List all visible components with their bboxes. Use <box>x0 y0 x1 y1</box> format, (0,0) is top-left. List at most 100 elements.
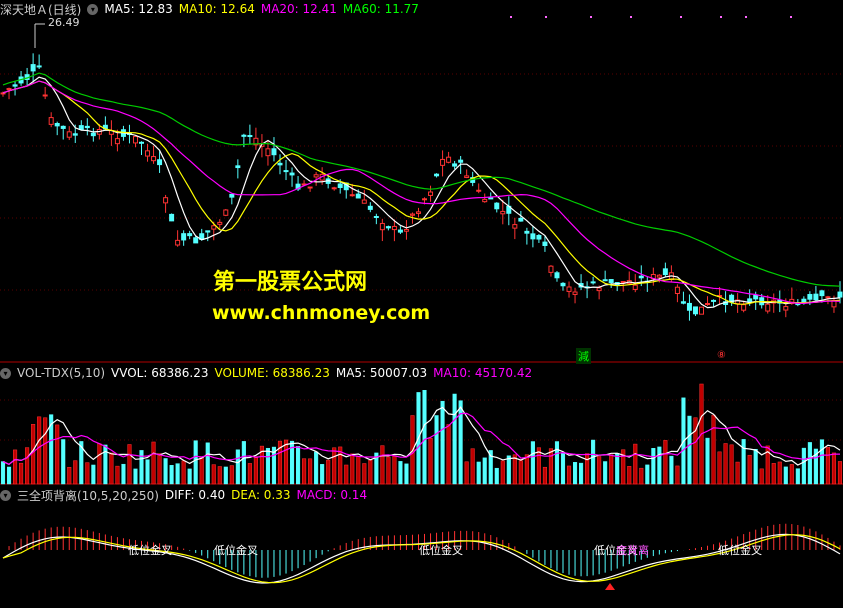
candle-body <box>157 159 163 166</box>
candle-body <box>482 198 488 203</box>
buy-arrow-icon <box>605 583 615 590</box>
volume-bar <box>795 468 800 485</box>
candle-body <box>765 303 771 312</box>
volume-bar <box>404 463 409 485</box>
candle-body <box>825 296 831 299</box>
candle-body <box>271 148 277 156</box>
ma60-line <box>2 72 841 287</box>
candle-body <box>446 156 452 163</box>
volume-bar <box>428 437 433 485</box>
macd-dropdown-icon[interactable]: ▾ <box>0 489 11 501</box>
candle-body <box>698 306 704 315</box>
volume-bar <box>344 464 349 485</box>
candle-body <box>464 175 470 179</box>
candle-body <box>283 170 289 173</box>
stock-title: 深天地Ａ(日线) <box>0 2 82 17</box>
diff-label: DIFF: 0.40 <box>164 488 226 502</box>
vol-dropdown-icon[interactable]: ▾ <box>0 367 11 379</box>
candle-body <box>440 158 446 166</box>
candle-body <box>674 286 680 295</box>
candle-body <box>205 230 211 233</box>
candle-body <box>90 132 96 137</box>
volume-bar <box>440 400 445 485</box>
signal-dot <box>590 16 592 18</box>
volume-bar <box>500 460 505 485</box>
candle-body <box>337 183 343 188</box>
macd-signal-pink: 底背离 <box>616 544 649 557</box>
signal-dot <box>680 16 682 18</box>
volume-bar <box>6 466 12 485</box>
candle-body <box>662 268 668 276</box>
volume-bar <box>669 455 674 485</box>
volume-bar <box>133 468 138 485</box>
volume-bar <box>43 417 48 485</box>
candle-body <box>235 165 241 169</box>
volume-bar <box>627 466 632 485</box>
ma5-label: MA5: 12.83 <box>104 2 173 16</box>
dropdown-icon[interactable]: ▾ <box>87 3 99 15</box>
candle-body <box>211 225 217 230</box>
volume-bar <box>422 390 427 485</box>
candle-body <box>572 291 578 295</box>
ma5-line <box>2 76 841 309</box>
volume-bar <box>199 456 204 485</box>
signal-jian: 減 <box>576 348 591 364</box>
volume-bar <box>446 424 451 485</box>
volume-bar <box>759 468 764 485</box>
vol-title: VOL-TDX(5,10) <box>17 366 106 380</box>
volume-bar <box>464 461 469 485</box>
volume-bar <box>241 441 246 485</box>
volume-bar <box>193 440 198 485</box>
candle-body <box>596 287 602 292</box>
volume-bar <box>548 448 554 485</box>
volume-bar <box>67 467 72 485</box>
volume-bar <box>572 462 578 485</box>
volume-bar <box>61 439 66 485</box>
volume-bar <box>392 456 397 485</box>
signal-dot <box>630 16 632 18</box>
signal-dot <box>510 16 512 18</box>
volume-bar <box>350 453 355 485</box>
candle-body <box>524 230 530 234</box>
volume-bar <box>633 443 638 485</box>
candle-body <box>247 135 253 138</box>
volume-bar <box>151 441 156 485</box>
volume-bar <box>753 448 758 485</box>
volume-bar <box>223 466 228 485</box>
candle-body <box>753 294 759 300</box>
volume-bar <box>145 459 150 485</box>
volume-bar <box>675 465 680 485</box>
candle-body <box>0 92 6 95</box>
volume-bar <box>37 416 42 485</box>
volume-bar <box>380 445 385 485</box>
candle-body <box>151 156 157 162</box>
volume-bar <box>253 456 258 485</box>
candle-body <box>536 234 542 240</box>
volume-bar <box>657 446 662 485</box>
volume-bar <box>326 459 331 485</box>
volume-bar <box>247 463 252 485</box>
candle-body <box>60 125 66 129</box>
volume-bar <box>729 444 734 485</box>
volume-bar <box>807 442 812 485</box>
volume-bar <box>121 463 126 485</box>
volume-bar <box>518 460 523 485</box>
candle-body <box>307 186 313 189</box>
candle-body <box>72 133 78 136</box>
volume-bar <box>115 465 120 485</box>
ma20-line <box>2 80 841 304</box>
volume-bar <box>645 464 650 485</box>
volume-bar <box>386 456 391 485</box>
volume-bar <box>211 464 216 485</box>
candle-body <box>428 191 434 196</box>
candle-body <box>620 281 626 284</box>
volume-bar <box>470 448 475 485</box>
volume-bar <box>530 441 535 485</box>
candle-body <box>289 172 295 176</box>
volume-bar <box>187 468 192 485</box>
volume-bar <box>597 456 602 485</box>
volume-bar <box>831 452 837 485</box>
high-price-label: 26.49 <box>48 16 80 29</box>
volume-bar <box>157 453 162 485</box>
candle-body <box>78 125 84 130</box>
